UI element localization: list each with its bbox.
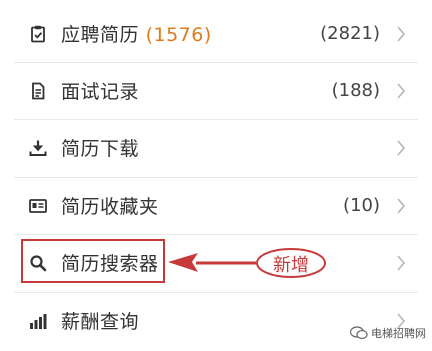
chevron-right-icon	[392, 137, 410, 159]
total-count: (2821)	[320, 23, 380, 44]
watermark: 电梯招聘网	[350, 325, 426, 341]
resume-clipboard-icon	[29, 25, 47, 43]
document-icon	[29, 82, 47, 100]
menu-item-resume-download[interactable]: 简历下载	[14, 119, 418, 176]
menu-item-resume-favorites[interactable]: 简历收藏夹 (10)	[14, 177, 418, 234]
new-resume-count: (1576)	[145, 24, 212, 46]
menu-item-applied-resumes[interactable]: 应聘简历 (1576) (2821)	[14, 5, 418, 62]
menu-item-label: 应聘简历 (1576)	[61, 24, 212, 46]
chevron-right-icon	[392, 252, 410, 274]
menu-item-label: 面试记录	[61, 81, 140, 103]
menu-item-label: 薪酬查询	[61, 311, 140, 333]
chevron-right-icon	[392, 195, 410, 217]
watermark-text: 电梯招聘网	[371, 327, 426, 340]
resume-menu-list: 应聘简历 (1576) (2821) 面试记录 (188) 简历下载 简历收藏夹…	[0, 0, 432, 351]
favorites-count: (10)	[343, 195, 380, 216]
menu-item-label: 简历下载	[61, 138, 140, 160]
chevron-right-icon	[392, 80, 410, 102]
menu-item-interview-records[interactable]: 面试记录 (188)	[14, 62, 418, 119]
bar-chart-icon	[29, 312, 47, 330]
wechat-icon	[350, 326, 368, 340]
interview-count: (188)	[331, 80, 380, 101]
chevron-right-icon	[392, 23, 410, 45]
new-feature-tag: 新增	[273, 255, 309, 276]
download-icon	[29, 139, 47, 157]
search-highlight-box	[21, 239, 165, 283]
id-card-icon	[29, 197, 47, 215]
menu-item-label: 简历收藏夹	[61, 196, 159, 218]
